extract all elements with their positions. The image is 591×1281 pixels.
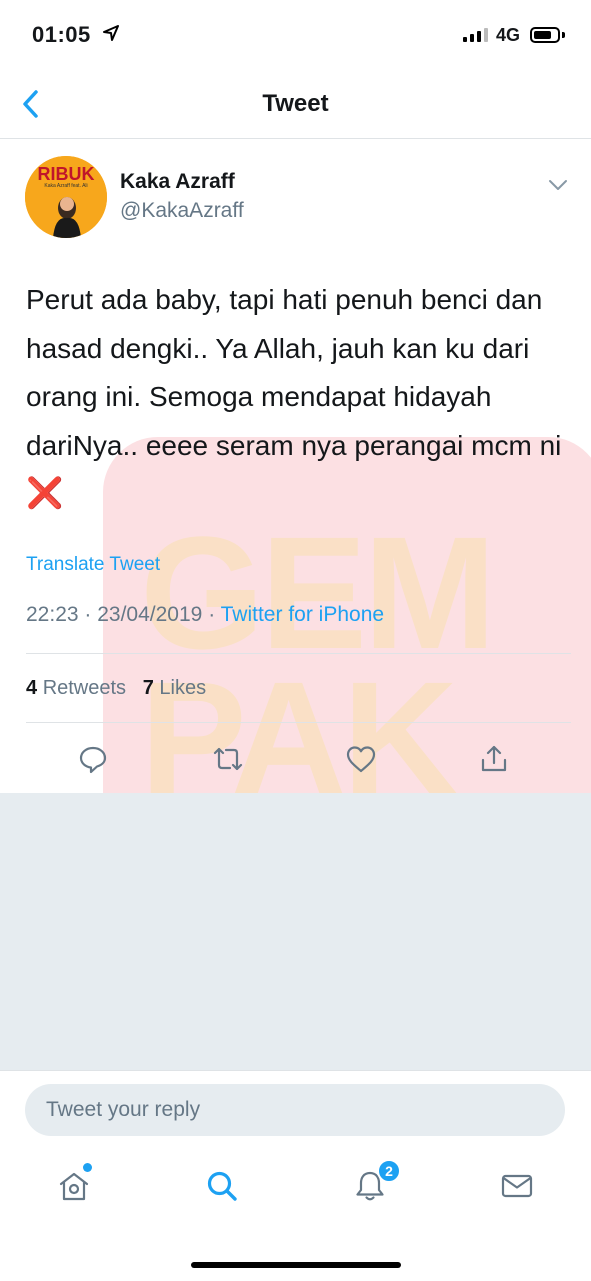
user-handle[interactable]: @KakaAzraff bbox=[120, 199, 244, 223]
network-type: 4G bbox=[496, 25, 521, 45]
likes-label: Likes bbox=[159, 677, 207, 699]
watermark-line-1: GEM bbox=[140, 503, 496, 682]
likes-stat[interactable]: 7 Likes bbox=[143, 677, 206, 699]
reply-input[interactable] bbox=[25, 1084, 565, 1136]
watermark-text: GEM PAK bbox=[140, 503, 496, 818]
page-title: Tweet bbox=[262, 90, 329, 117]
divider bbox=[26, 653, 571, 654]
location-arrow-icon bbox=[103, 25, 119, 41]
cross-mark-emoji: ❌ bbox=[26, 477, 64, 510]
heart-icon bbox=[346, 746, 376, 773]
tweet-body: Perut ada baby, tapi hati penuh benci da… bbox=[26, 284, 562, 461]
home-new-dot bbox=[83, 1163, 92, 1172]
tweet-source-link[interactable]: Twitter for iPhone bbox=[221, 603, 384, 626]
home-icon bbox=[59, 1172, 89, 1201]
display-name[interactable]: Kaka Azraff bbox=[120, 170, 235, 194]
tab-search[interactable] bbox=[204, 1168, 240, 1204]
translate-tweet-link[interactable]: Translate Tweet bbox=[26, 554, 160, 576]
retweets-label: Retweets bbox=[42, 677, 127, 699]
tab-home[interactable] bbox=[56, 1168, 92, 1204]
status-time: 01:05 bbox=[32, 22, 91, 47]
meta-separator: · bbox=[84, 603, 98, 626]
empty-replies-area bbox=[0, 793, 591, 1070]
retweet-button[interactable] bbox=[211, 742, 245, 776]
retweet-icon bbox=[213, 747, 243, 771]
retweets-count: 4 bbox=[26, 677, 38, 699]
tab-messages[interactable] bbox=[499, 1168, 535, 1204]
meta-separator: · bbox=[208, 603, 221, 626]
envelope-icon bbox=[501, 1174, 533, 1198]
reply-icon bbox=[79, 746, 107, 774]
divider bbox=[26, 722, 571, 723]
tweet-meta: 22:23 · 23/04/2019 · Twitter for iPhone bbox=[26, 603, 384, 627]
search-icon bbox=[207, 1171, 237, 1201]
tweet-stats: 4 Retweets 7 Likes bbox=[26, 677, 206, 700]
retweets-stat[interactable]: 4 Retweets bbox=[26, 677, 126, 699]
avatar-title: RIBUK bbox=[38, 164, 95, 184]
reply-button[interactable] bbox=[76, 742, 110, 776]
tweet-time: 22:23 bbox=[26, 603, 79, 626]
avatar-image: RIBUK Kaka Azraff feat. Ali bbox=[25, 156, 107, 238]
home-indicator[interactable] bbox=[191, 1262, 401, 1268]
avatar-subtitle: Kaka Azraff feat. Ali bbox=[44, 183, 87, 189]
avatar[interactable]: RIBUK Kaka Azraff feat. Ali bbox=[25, 156, 107, 238]
share-button[interactable] bbox=[477, 742, 511, 776]
tweet-date: 23/04/2019 bbox=[97, 603, 203, 626]
chevron-down-icon[interactable] bbox=[548, 178, 568, 192]
tweet-text: Perut ada baby, tapi hati penuh benci da… bbox=[26, 276, 566, 519]
battery-icon bbox=[530, 27, 560, 43]
battery-tip bbox=[562, 32, 565, 38]
notifications-badge: 2 bbox=[377, 1159, 401, 1183]
nav-divider bbox=[0, 138, 591, 139]
signal-strength-icon bbox=[463, 28, 488, 42]
like-button[interactable] bbox=[344, 742, 378, 776]
likes-count: 7 bbox=[142, 677, 154, 699]
share-icon bbox=[481, 745, 507, 772]
